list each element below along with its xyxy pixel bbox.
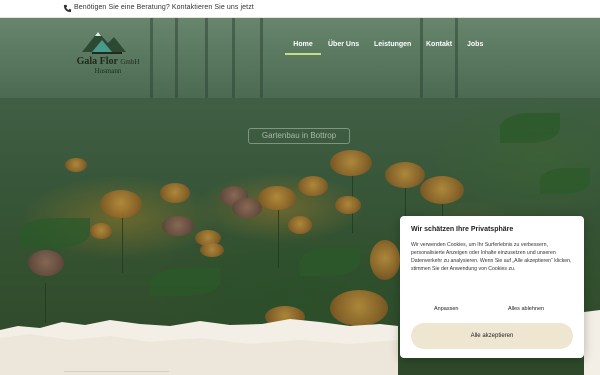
brand-subtitle: Husmann — [94, 67, 122, 75]
customize-button[interactable]: Anpassen — [434, 306, 458, 312]
nav-kontakt[interactable]: Kontakt — [426, 41, 452, 55]
nav-jobs[interactable]: Jobs — [467, 41, 483, 55]
content-divider — [64, 371, 169, 372]
hero-title: Gartenbau in Bottrop — [248, 128, 350, 144]
reject-all-button[interactable]: Alles ablehnen — [508, 306, 544, 312]
brand-name: Gala Flor — [76, 56, 118, 67]
phone-icon — [63, 4, 72, 13]
accept-all-button[interactable]: Alle akzeptieren — [411, 323, 573, 349]
top-info-bar: Benötigen Sie eine Beratung? Kontaktiere… — [0, 0, 600, 18]
consultation-message[interactable]: Benötigen Sie eine Beratung? Kontaktiere… — [74, 4, 254, 11]
brand-suffix: GmbH — [120, 58, 140, 66]
mountain-logo-icon — [82, 32, 126, 54]
cookie-consent-dialog: Wir schätzen Ihre Privatsphäre Wir verwe… — [400, 216, 584, 358]
company-logo[interactable]: Gala Flor GmbH Husmann — [68, 28, 148, 76]
nav-ueber-uns[interactable]: Über Uns — [328, 41, 359, 55]
nav-home[interactable]: Home — [285, 41, 321, 55]
cookie-text: Wir verwenden Cookies, um Ihr Surferlebn… — [411, 242, 572, 272]
cookie-title: Wir schätzen Ihre Privatsphäre — [411, 226, 514, 233]
nav-leistungen[interactable]: Leistungen — [374, 41, 411, 55]
